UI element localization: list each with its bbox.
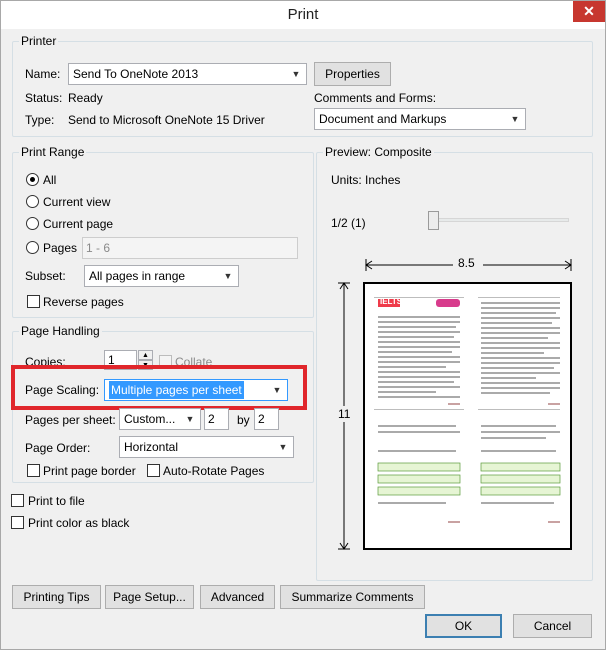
print-page-border-label: Print page border: [43, 464, 136, 478]
window-title: Print: [287, 6, 319, 23]
comments-forms-label: Comments and Forms:: [314, 91, 437, 105]
print-to-file-label: Print to file: [28, 494, 85, 508]
print-range-group: [12, 152, 314, 318]
type-label: Type:: [25, 113, 55, 127]
comments-forms-select[interactable]: Document and Markups ▼: [314, 108, 526, 130]
pages-range-input[interactable]: 1 - 6: [82, 237, 298, 259]
printer-name-value: Send To OneNote 2013: [73, 67, 199, 81]
printer-group-label: Printer: [19, 34, 59, 48]
preview-slider-thumb[interactable]: [428, 211, 439, 230]
page-counter: 1/2 (1): [331, 216, 366, 230]
chevron-down-icon: ▼: [223, 271, 233, 281]
ok-button[interactable]: OK: [425, 614, 502, 638]
subset-select[interactable]: All pages in range ▼: [84, 265, 239, 287]
pages-label: Pages: [43, 241, 78, 255]
pages-per-sheet-y-input[interactable]: 2: [254, 408, 279, 430]
page-order-label: Page Order:: [25, 441, 91, 455]
current-view-label: Current view: [43, 195, 111, 209]
page-handling-label: Page Handling: [19, 324, 102, 338]
print-page-border-checkbox[interactable]: [27, 464, 40, 477]
current-page-label: Current page: [43, 217, 114, 231]
chevron-down-icon: ▼: [278, 442, 288, 452]
title-bar: Print ✕: [1, 1, 605, 29]
highlight-box: [11, 365, 307, 410]
close-icon[interactable]: ✕: [573, 1, 605, 22]
by-label: by: [237, 413, 250, 427]
pages-per-sheet-x-input[interactable]: 2: [204, 408, 229, 430]
pages-radio[interactable]: [26, 241, 39, 254]
printer-name-label: Name:: [25, 67, 61, 81]
printing-tips-button[interactable]: Printing Tips: [12, 585, 101, 609]
printer-name-select[interactable]: Send To OneNote 2013 ▼: [68, 63, 307, 85]
properties-button[interactable]: Properties: [314, 62, 391, 86]
cancel-button[interactable]: Cancel: [513, 614, 592, 638]
pages-per-sheet-value: Custom...: [124, 412, 176, 426]
current-view-radio[interactable]: [26, 195, 39, 208]
status-value: Ready: [68, 91, 103, 105]
units-label: Units: Inches: [331, 173, 401, 187]
all-radio[interactable]: [26, 173, 39, 186]
print-color-black-checkbox[interactable]: [11, 516, 24, 529]
pages-per-sheet-label: Pages per sheet:: [25, 413, 116, 427]
summarize-comments-button[interactable]: Summarize Comments: [280, 585, 425, 609]
print-color-black-label: Print color as black: [28, 516, 130, 530]
height-dimension: 11: [338, 407, 351, 421]
print-dialog: Print ✕ Printer Name: Send To OneNote 20…: [0, 0, 606, 650]
auto-rotate-checkbox[interactable]: [147, 464, 160, 477]
current-page-radio[interactable]: [26, 217, 39, 230]
chevron-down-icon: ▼: [185, 414, 195, 424]
reverse-pages-checkbox[interactable]: [27, 295, 40, 308]
ielts-logo: IELTS: [380, 297, 403, 306]
status-label: Status:: [25, 91, 63, 105]
advanced-button[interactable]: Advanced: [200, 585, 275, 609]
pages-per-sheet-select[interactable]: Custom... ▼: [119, 408, 201, 430]
preview-canvas: [336, 257, 572, 550]
chevron-down-icon: ▼: [510, 114, 520, 124]
preview-label: Preview: Composite: [323, 145, 434, 159]
page-order-value: Horizontal: [124, 440, 179, 454]
all-radio-label: All: [43, 173, 57, 187]
type-value: Send to Microsoft OneNote 15 Driver: [68, 113, 265, 127]
page-setup-button[interactable]: Page Setup...: [105, 585, 194, 609]
subset-label: Subset:: [25, 269, 66, 283]
reverse-pages-label: Reverse pages: [43, 295, 124, 309]
width-dimension: 8.5: [458, 256, 475, 270]
subset-value: All pages in range: [89, 269, 186, 283]
chevron-down-icon: ▼: [291, 69, 301, 79]
preview-slider-track[interactable]: [428, 218, 569, 222]
copies-up-icon[interactable]: ▲: [138, 350, 153, 360]
auto-rotate-label: Auto-Rotate Pages: [163, 464, 265, 478]
print-range-label: Print Range: [19, 145, 87, 159]
print-to-file-checkbox[interactable]: [11, 494, 24, 507]
comments-forms-value: Document and Markups: [319, 112, 447, 126]
page-order-select[interactable]: Horizontal ▼: [119, 436, 294, 458]
